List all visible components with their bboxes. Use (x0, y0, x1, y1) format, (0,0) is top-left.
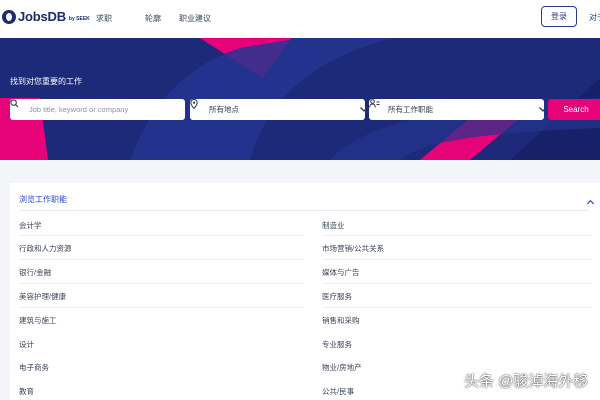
category-link[interactable]: 行政和人力资源 (19, 243, 72, 254)
row-divider (19, 307, 304, 308)
nav-job-search[interactable]: 求职 (96, 13, 112, 24)
category-link[interactable]: 设计 (19, 339, 34, 350)
nav-career-advice[interactable]: 职业建议 (179, 13, 211, 24)
keyword-search-input[interactable]: Job title, keyword or company (10, 99, 185, 120)
category-link[interactable]: 美容护理/健康 (19, 291, 66, 302)
hero-title: 找到对您重要的工作 (10, 77, 82, 86)
location-value: 所有地点 (209, 105, 239, 114)
category-link[interactable]: 物业/房地产 (322, 362, 362, 373)
nav-profile[interactable]: 轮廓 (145, 13, 161, 24)
row-divider (322, 283, 592, 284)
category-link[interactable]: 媒体与广告 (322, 267, 360, 278)
category-link[interactable]: 公共/民事 (322, 386, 354, 397)
row-divider (19, 259, 304, 260)
browse-classifications-panel: 浏览工作职能 会计学 行政和人力资源 银行/金融 美容护理/健康 建筑与施工 设… (10, 183, 600, 400)
classification-value: 所有工作职能 (388, 105, 433, 114)
category-link[interactable]: 市场营销/公共关系 (322, 243, 384, 254)
category-link[interactable]: 教育 (19, 386, 34, 397)
keyword-placeholder: Job title, keyword or company (29, 105, 129, 114)
location-select[interactable]: 所有地点 (190, 99, 368, 120)
category-link[interactable]: 银行/金融 (19, 267, 51, 278)
category-link[interactable]: 会计学 (19, 220, 42, 231)
watermark-text: 头条 @骏淖海外移 (464, 373, 589, 390)
row-divider (322, 307, 592, 308)
row-divider (322, 259, 592, 260)
category-link[interactable]: 制造业 (322, 220, 345, 231)
row-divider (19, 235, 304, 236)
hero-banner: 找到对您重要的工作 Job title, keyword or company … (0, 38, 600, 160)
category-link[interactable]: 医疗服务 (322, 291, 352, 302)
classification-select[interactable]: 所有工作职能 (369, 99, 547, 120)
jobsdb-logo[interactable]: JobsDB by SEEK (2, 9, 90, 24)
nav-about[interactable]: 对于 (589, 12, 600, 23)
row-divider (19, 283, 304, 284)
login-button[interactable]: 登录 (541, 6, 577, 27)
category-link[interactable]: 电子商务 (19, 362, 49, 373)
logo-text: JobsDB (18, 9, 66, 24)
panel-title[interactable]: 浏览工作职能 (19, 194, 67, 205)
category-link[interactable]: 专业服务 (322, 339, 352, 350)
logo-sub: by SEEK (68, 16, 90, 22)
search-button[interactable]: Search (548, 99, 600, 120)
panel-divider (19, 210, 589, 211)
logo-mark-icon (2, 9, 16, 24)
category-link[interactable]: 建筑与施工 (19, 315, 57, 326)
row-divider (322, 235, 592, 236)
category-link[interactable]: 销售和采购 (322, 315, 360, 326)
top-header: JobsDB by SEEK 求职 轮廓 职业建议 登录 对于 (0, 0, 600, 38)
